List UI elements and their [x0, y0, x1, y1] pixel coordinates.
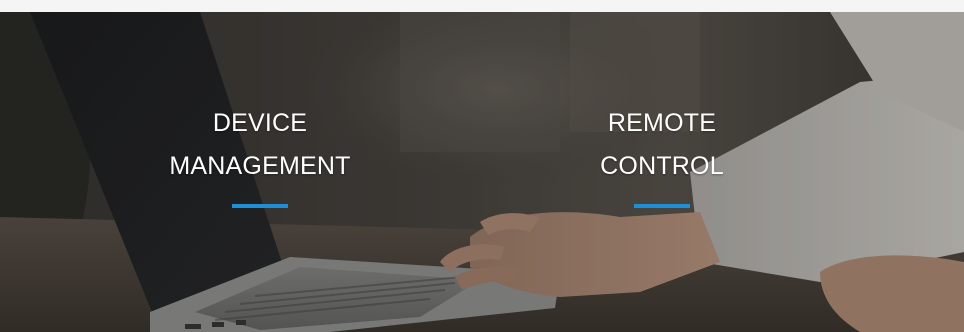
feature-title-device-management: DEVICE MANAGEMENT	[169, 109, 351, 180]
feature-title-remote-control: REMOTE CONTROL	[600, 109, 724, 180]
top-strip	[0, 0, 964, 12]
feature-device-management[interactable]: DEVICE MANAGEMENT	[110, 102, 410, 208]
feature-remote-control[interactable]: REMOTE CONTROL	[512, 102, 812, 208]
page: DEVICE MANAGEMENT REMOTE CONTROL	[0, 0, 964, 332]
accent-underline	[634, 204, 690, 208]
accent-underline	[232, 204, 288, 208]
hero-banner: DEVICE MANAGEMENT REMOTE CONTROL	[0, 12, 964, 332]
